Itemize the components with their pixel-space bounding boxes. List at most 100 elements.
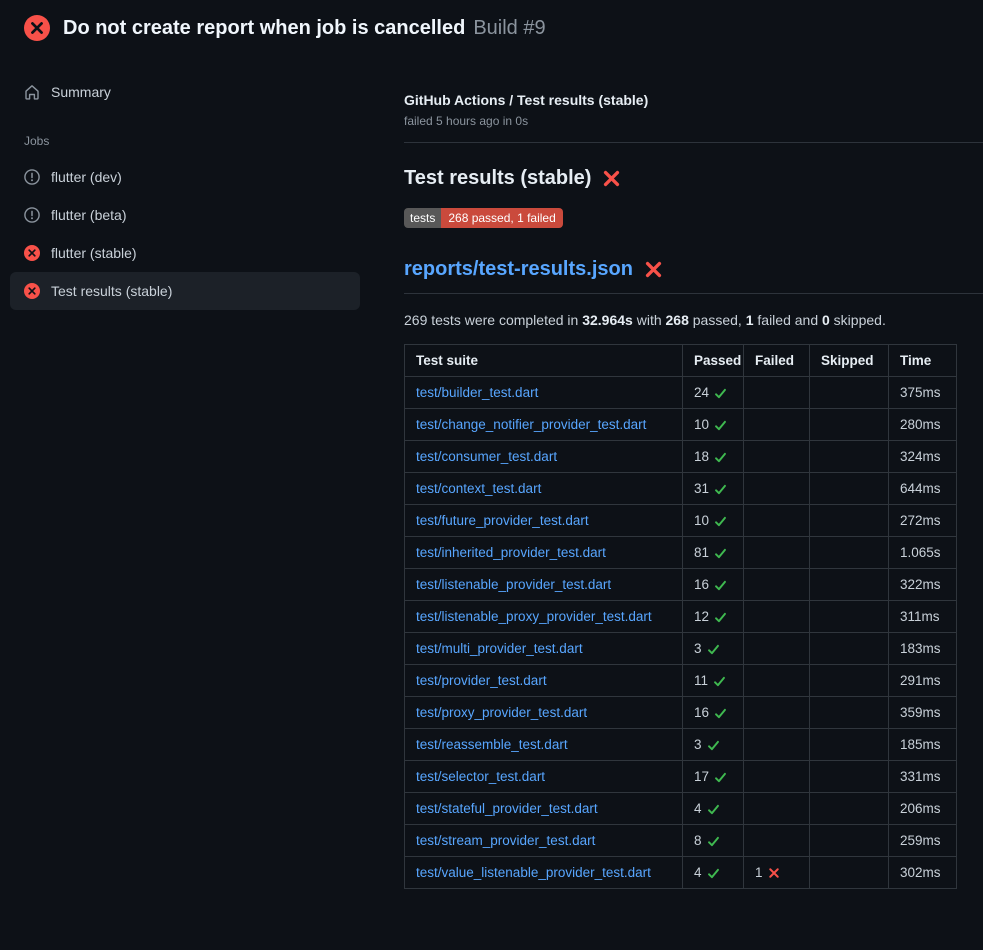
- check-icon: [707, 865, 720, 880]
- run-title: Do not create report when job is cancell…: [63, 17, 465, 40]
- column-header-skipped: Skipped: [810, 345, 889, 377]
- test-suite-link[interactable]: test/change_notifier_provider_test.dart: [416, 417, 646, 432]
- failed-cell: [744, 665, 810, 697]
- failed-cell: [744, 697, 810, 729]
- check-icon: [707, 641, 720, 656]
- time-cell: 311ms: [889, 601, 957, 633]
- suite-cell: test/listenable_provider_test.dart: [405, 569, 683, 601]
- test-suite-link[interactable]: test/builder_test.dart: [416, 385, 538, 400]
- tests-badge: tests 268 passed, 1 failed: [404, 208, 563, 228]
- test-suite-link[interactable]: test/proxy_provider_test.dart: [416, 705, 587, 720]
- failed-cell: [744, 729, 810, 761]
- failed-status-icon: [24, 283, 40, 299]
- count: 1: [755, 865, 763, 880]
- test-suite-link[interactable]: test/context_test.dart: [416, 481, 541, 496]
- skipped-cell: [810, 633, 889, 665]
- passed-cell: 31: [683, 473, 744, 505]
- sidebar-item-flutter-beta[interactable]: flutter (beta): [10, 196, 360, 234]
- skipped-cell: [810, 377, 889, 409]
- test-suite-link[interactable]: test/value_listenable_provider_test.dart: [416, 865, 651, 880]
- skipped-cell: [810, 729, 889, 761]
- count: 16: [694, 705, 709, 720]
- check-icon: [714, 769, 727, 784]
- test-suite-link[interactable]: test/stream_provider_test.dart: [416, 833, 595, 848]
- table-row: test/listenable_proxy_provider_test.dart…: [405, 601, 957, 633]
- check-icon: [707, 737, 720, 752]
- x-circle-fill-icon: [24, 15, 50, 41]
- sidebar-item-summary[interactable]: Summary: [10, 74, 360, 110]
- failed-cell: [744, 601, 810, 633]
- time-cell: 185ms: [889, 729, 957, 761]
- time-cell: 1.065s: [889, 537, 957, 569]
- table-row: test/stream_provider_test.dart8259ms: [405, 825, 957, 857]
- failed-cell: [744, 569, 810, 601]
- count: 8: [694, 833, 702, 848]
- suite-cell: test/listenable_proxy_provider_test.dart: [405, 601, 683, 633]
- failed-cell: [744, 537, 810, 569]
- job-label: flutter (beta): [51, 207, 126, 223]
- jobs-heading: Jobs: [24, 134, 360, 148]
- badge-value: 268 passed, 1 failed: [441, 208, 562, 228]
- sidebar-item-test-results-stable[interactable]: Test results (stable): [10, 272, 360, 310]
- suite-cell: test/builder_test.dart: [405, 377, 683, 409]
- count: 18: [694, 449, 709, 464]
- table-row: test/context_test.dart31644ms: [405, 473, 957, 505]
- table-row: test/proxy_provider_test.dart16359ms: [405, 697, 957, 729]
- check-icon: [714, 417, 727, 432]
- test-suite-link[interactable]: test/listenable_provider_test.dart: [416, 577, 611, 592]
- suite-cell: test/inherited_provider_test.dart: [405, 537, 683, 569]
- passed-cell: 18: [683, 441, 744, 473]
- summary-segment: 268: [666, 312, 689, 328]
- time-cell: 183ms: [889, 633, 957, 665]
- time-cell: 291ms: [889, 665, 957, 697]
- red-x-icon: [644, 260, 663, 279]
- check-icon: [714, 705, 727, 720]
- test-suite-link[interactable]: test/reassemble_test.dart: [416, 737, 568, 752]
- table-header-row: Test suitePassedFailedSkippedTime: [405, 345, 957, 377]
- count: 12: [694, 609, 709, 624]
- sidebar-item-flutter-stable[interactable]: flutter (stable): [10, 234, 360, 272]
- test-suite-link[interactable]: test/inherited_provider_test.dart: [416, 545, 606, 560]
- column-header-time: Time: [889, 345, 957, 377]
- check-icon: [713, 673, 726, 688]
- report-file-link[interactable]: reports/test-results.json: [404, 258, 633, 281]
- skipped-cell: [810, 793, 889, 825]
- skipped-cell: [810, 537, 889, 569]
- passed-cell: 4: [683, 857, 744, 889]
- test-suite-link[interactable]: test/selector_test.dart: [416, 769, 545, 784]
- passed-cell: 12: [683, 601, 744, 633]
- suite-cell: test/reassemble_test.dart: [405, 729, 683, 761]
- test-suite-link[interactable]: test/listenable_proxy_provider_test.dart: [416, 609, 652, 624]
- test-suite-link[interactable]: test/stateful_provider_test.dart: [416, 801, 598, 816]
- suite-cell: test/value_listenable_provider_test.dart: [405, 857, 683, 889]
- failed-cell: 1: [744, 857, 810, 889]
- failed-cell: [744, 473, 810, 505]
- time-cell: 331ms: [889, 761, 957, 793]
- passed-cell: 8: [683, 825, 744, 857]
- passed-cell: 10: [683, 505, 744, 537]
- count: 4: [694, 865, 702, 880]
- test-suite-link[interactable]: test/multi_provider_test.dart: [416, 641, 583, 656]
- sidebar-item-flutter-dev[interactable]: flutter (dev): [10, 158, 360, 196]
- time-cell: 322ms: [889, 569, 957, 601]
- test-suite-link[interactable]: test/future_provider_test.dart: [416, 513, 589, 528]
- check-icon: [714, 513, 727, 528]
- test-suite-link[interactable]: test/provider_test.dart: [416, 673, 547, 688]
- test-suite-link[interactable]: test/consumer_test.dart: [416, 449, 557, 464]
- table-row: test/change_notifier_provider_test.dart1…: [405, 409, 957, 441]
- table-row: test/multi_provider_test.dart3183ms: [405, 633, 957, 665]
- count: 81: [694, 545, 709, 560]
- column-header-test-suite: Test suite: [405, 345, 683, 377]
- summary-segment: failed and: [754, 312, 823, 328]
- neutral-status-icon: [24, 207, 40, 223]
- suite-cell: test/future_provider_test.dart: [405, 505, 683, 537]
- suite-cell: test/stream_provider_test.dart: [405, 825, 683, 857]
- report-heading-row: reports/test-results.json: [404, 258, 983, 294]
- table-row: test/future_provider_test.dart10272ms: [405, 505, 957, 537]
- table-row: test/selector_test.dart17331ms: [405, 761, 957, 793]
- suite-cell: test/consumer_test.dart: [405, 441, 683, 473]
- home-icon: [24, 84, 40, 100]
- skipped-cell: [810, 505, 889, 537]
- neutral-status-icon: [24, 169, 40, 185]
- job-label: flutter (stable): [51, 245, 137, 261]
